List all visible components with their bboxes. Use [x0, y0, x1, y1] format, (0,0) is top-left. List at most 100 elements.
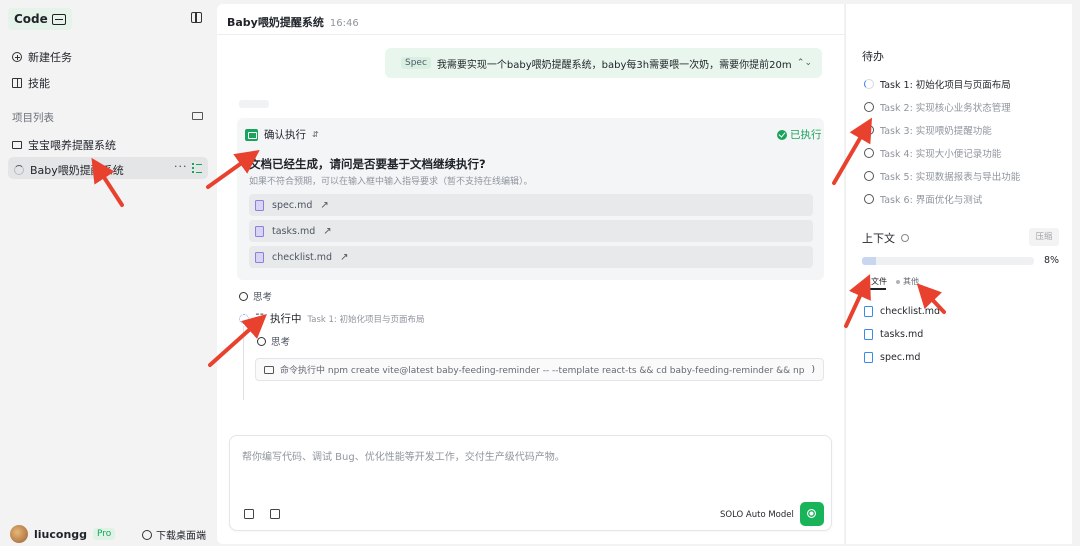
doc-link-checklist[interactable]: checklist.md ↗	[249, 246, 813, 268]
context-progress-fill	[862, 257, 876, 265]
model-selector[interactable]: SOLO Auto Model	[720, 510, 794, 520]
confirm-header[interactable]: 确认执行 ⇵	[245, 127, 319, 142]
context-file-name: spec.md	[880, 352, 921, 363]
tab-underline	[862, 288, 886, 290]
project-active-label: Baby喂奶提醒系统	[30, 164, 124, 177]
expand-chevron-icon[interactable]: ⌃⌄	[797, 58, 812, 68]
terminal-icon	[264, 365, 274, 374]
circle-icon	[864, 125, 874, 135]
doc-link-spec[interactable]: spec.md ↗	[249, 194, 813, 216]
task-item[interactable]: Task 4: 实现大小便记录功能	[864, 146, 1001, 160]
task-item[interactable]: Task 1: 初始化项目与页面布局	[864, 77, 1011, 91]
document-icon	[255, 199, 264, 211]
download-label: 下载桌面端	[156, 531, 206, 542]
tab-other-label: 其他	[903, 277, 919, 286]
right-panel: 待办 Task 1: 初始化项目与页面布局 Task 2: 实现核心业务状态管理…	[845, 4, 1072, 544]
task-label: Task 3: 实现喂奶提醒功能	[880, 126, 992, 137]
tab-dot	[896, 279, 900, 284]
context-progress-bar	[862, 257, 1034, 265]
task-item[interactable]: Task 2: 实现核心业务状态管理	[864, 100, 1011, 114]
progress-ring-icon	[864, 79, 874, 89]
doc-name: checklist.md	[272, 251, 333, 263]
running-label: 执行中	[269, 313, 302, 325]
chat-input-placeholder: 帮你编写代码、调试 Bug、优化性能等开发工作，交付生产级代码产物。	[242, 452, 565, 463]
thinking-toggle[interactable]: 思考	[239, 289, 272, 303]
context-file[interactable]: spec.md	[864, 352, 920, 363]
task-item[interactable]: Task 5: 实现数据报表与导出功能	[864, 169, 1020, 183]
task-item[interactable]: Task 6: 界面优化与测试	[864, 192, 982, 206]
project-item[interactable]: 宝宝喂养提醒系统	[12, 137, 116, 153]
thinking-icon	[257, 336, 266, 346]
faded-label	[239, 100, 269, 108]
project-item-active[interactable]: Baby喂奶提醒系统 ···	[8, 157, 208, 179]
add-project-icon[interactable]	[192, 112, 203, 120]
thinking-label-2: 思考	[271, 337, 291, 348]
open-external-icon: ↗	[323, 225, 332, 237]
check-icon	[777, 129, 787, 140]
avatar	[10, 525, 28, 543]
context-percent: 8%	[1044, 255, 1060, 266]
user-message[interactable]: Spec 我需要实现一个baby喂奶提醒系统，baby每3h需要喂一次奶，需要你…	[385, 48, 822, 78]
tab-other[interactable]: 其他	[896, 276, 919, 287]
spec-tag-label: Spec	[405, 58, 427, 68]
context-title-label: 上下文	[862, 232, 895, 245]
tab-files[interactable]: 文件	[864, 276, 887, 287]
doc-link-tasks[interactable]: tasks.md ↗	[249, 220, 813, 242]
context-file[interactable]: tasks.md	[864, 329, 923, 340]
file-icon	[864, 306, 873, 317]
download-desktop-button[interactable]: 下载桌面端	[142, 527, 206, 542]
running-task[interactable]: ☷ 执行中 Task 1: 初始化项目与页面布局	[239, 311, 425, 326]
chat-time: 16:46	[329, 18, 359, 29]
header-divider	[217, 34, 844, 35]
task-label: Task 4: 实现大小便记录功能	[880, 149, 1002, 160]
context-file[interactable]: checklist.md	[864, 306, 940, 317]
task-list-icon: ☷	[255, 313, 264, 324]
code-icon	[51, 13, 66, 25]
task-item[interactable]: Task 3: 实现喂奶提醒功能	[864, 123, 992, 137]
collapse-sidebar-icon[interactable]	[191, 12, 202, 23]
command-text: 命令执行中 npm create vite@latest baby-feedin…	[280, 366, 805, 376]
circle-icon	[864, 171, 874, 181]
folder-icon	[12, 141, 22, 149]
confirm-hint: 如果不符合预期，可以在输入框中输入指导要求（暂不支持在线编辑）。	[249, 177, 533, 187]
brand-name: Code	[14, 12, 48, 26]
nav-skills[interactable]: 技能	[12, 75, 50, 91]
nav-new-task[interactable]: 新建任务	[12, 49, 72, 65]
thinking-toggle-2[interactable]: 思考	[257, 334, 290, 348]
download-icon	[142, 529, 152, 540]
task-list-icon[interactable]	[192, 163, 202, 173]
compress-button[interactable]: 压缩	[1029, 228, 1059, 246]
executed-status: 已执行	[777, 127, 822, 142]
circle-icon	[864, 148, 874, 158]
nav-new-task-label: 新建任务	[28, 51, 72, 64]
pro-badge: Pro	[93, 528, 116, 540]
circle-icon	[864, 194, 874, 204]
info-icon[interactable]	[901, 234, 909, 242]
send-button[interactable]	[800, 502, 824, 526]
slash-command-icon[interactable]	[244, 509, 254, 519]
document-icon	[255, 225, 264, 237]
image-upload-icon[interactable]	[270, 509, 280, 519]
open-external-icon: ↗	[320, 199, 329, 211]
chat-input[interactable]: 帮你编写代码、调试 Bug、优化性能等开发工作，交付生产级代码产物。 SOLO …	[229, 435, 832, 531]
project-active-row: Baby喂奶提醒系统	[14, 162, 124, 178]
more-icon[interactable]: ···	[174, 160, 188, 173]
chat-title: Baby喂奶提醒系统	[227, 16, 324, 29]
brand-logo[interactable]: Code	[8, 8, 72, 30]
command-block[interactable]: 命令执行中 npm create vite@latest baby-feedin…	[255, 358, 824, 381]
file-icon	[864, 329, 873, 340]
running-task-name: Task 1: 初始化项目与页面布局	[307, 314, 425, 325]
task-label: Task 6: 界面优化与测试	[880, 195, 983, 206]
project-list-label: 项目列表	[12, 112, 54, 124]
open-external-icon: ↗	[340, 251, 349, 263]
user-profile[interactable]: liucongg Pro	[10, 525, 116, 543]
context-title: 上下文	[862, 230, 909, 246]
todo-title: 待办	[862, 50, 884, 63]
thinking-icon	[239, 291, 248, 301]
task-label: Task 5: 实现数据报表与导出功能	[880, 172, 1021, 183]
timeline-line	[243, 326, 244, 400]
sort-icon: ⇵	[312, 130, 319, 139]
terminal-icon	[245, 128, 258, 141]
file-icon	[864, 352, 873, 363]
spec-tag: Spec	[401, 57, 431, 69]
